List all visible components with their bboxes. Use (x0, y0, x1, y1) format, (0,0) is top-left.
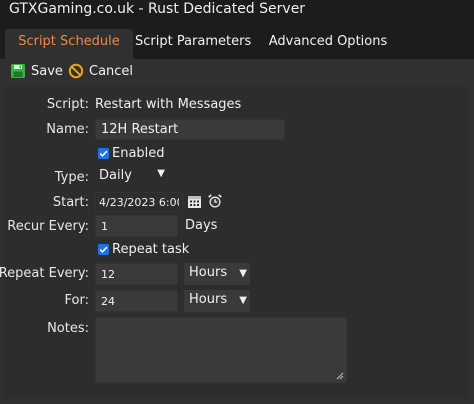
name-input[interactable] (95, 119, 285, 140)
recur-unit-label: Days (185, 218, 218, 233)
calendar-icon[interactable] (187, 194, 202, 209)
recur-every-input[interactable] (95, 215, 178, 237)
chevron-down-icon: ▼ (239, 268, 247, 279)
title-bar: GTXGaming.co.uk - Rust Dedicated Server (0, 0, 474, 21)
type-label: Type: (54, 170, 89, 185)
tab-strip: Script Schedule Script Parameters Advanc… (0, 21, 474, 59)
notes-textarea[interactable] (95, 317, 347, 383)
prohibited-icon (68, 63, 84, 79)
repeat-every-unit-select[interactable]: Hours ▼ (184, 263, 250, 285)
repeat-task-checkbox[interactable] (98, 244, 109, 255)
type-select[interactable]: Daily ▼ (95, 168, 168, 187)
script-value: Restart with Messages (95, 97, 242, 112)
notes-label: Notes: (47, 321, 89, 336)
repeat-task-label: Repeat task (112, 242, 190, 257)
tab-script-parameters[interactable]: Script Parameters (135, 29, 251, 59)
enabled-checkbox[interactable] (98, 148, 109, 159)
for-unit-value: Hours (189, 292, 228, 307)
resize-grip-icon[interactable] (336, 372, 344, 380)
tab-script-schedule[interactable]: Script Schedule (5, 29, 133, 59)
type-selected-value: Daily (99, 168, 132, 183)
repeat-every-input[interactable] (95, 263, 178, 285)
cancel-label: Cancel (89, 63, 134, 79)
recur-every-label: Recur Every: (7, 219, 89, 234)
script-label: Script: (46, 97, 89, 112)
start-datetime-input[interactable] (95, 192, 183, 212)
name-label: Name: (46, 122, 89, 137)
save-label: Save (31, 63, 63, 79)
save-button[interactable]: Save (10, 62, 63, 80)
for-unit-select[interactable]: Hours ▼ (184, 290, 250, 312)
for-input[interactable] (95, 290, 178, 312)
chevron-down-icon: ▼ (239, 295, 247, 306)
start-label: Start: (52, 195, 89, 210)
repeat-every-unit-value: Hours (189, 265, 228, 280)
cancel-button[interactable]: Cancel (68, 62, 133, 80)
window-title: GTXGaming.co.uk - Rust Dedicated Server (9, 1, 306, 17)
repeat-every-label: Repeat Every: (0, 266, 89, 281)
chevron-down-icon: ▼ (157, 168, 165, 179)
floppy-disk-icon (10, 63, 26, 79)
for-label: For: (64, 293, 89, 308)
tab-advanced-options[interactable]: Advanced Options (262, 29, 394, 59)
alarm-clock-icon[interactable] (207, 193, 223, 209)
enabled-label: Enabled (112, 146, 165, 161)
